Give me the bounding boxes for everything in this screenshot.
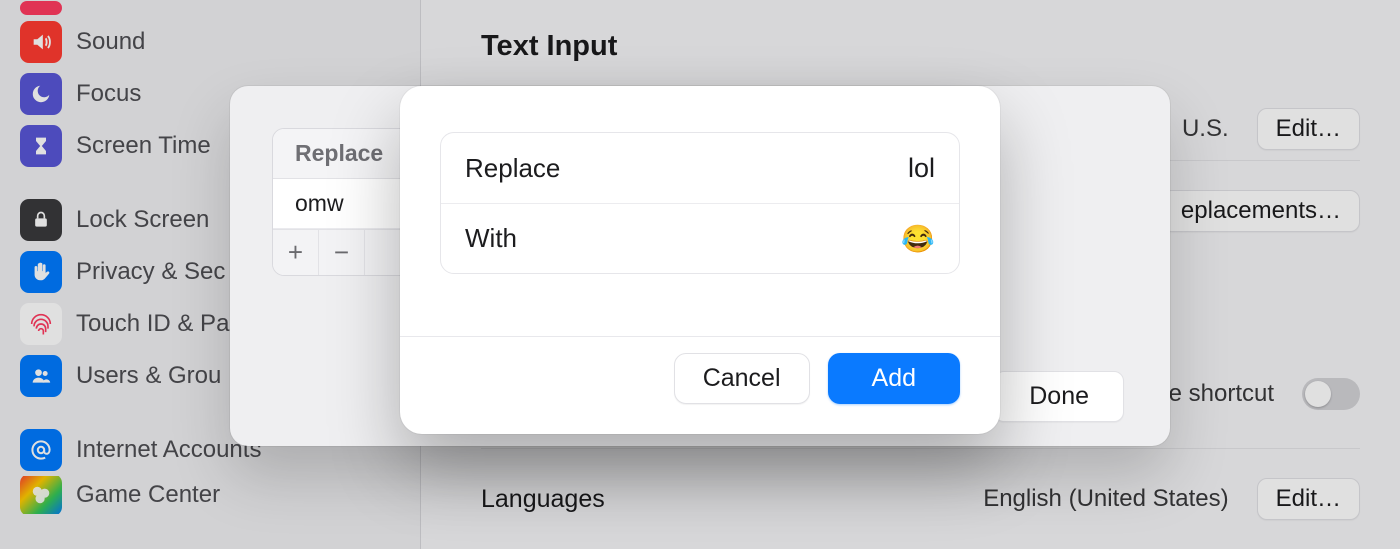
text-replacements-button[interactable]: eplacements… [1162, 190, 1360, 232]
hourglass-icon [20, 125, 62, 167]
cell-replace: omw [295, 190, 344, 217]
sidebar-item-label: Screen Time [76, 132, 211, 160]
shortcut-toggle[interactable] [1302, 378, 1360, 410]
sidebar-item-label: Users & Grou [76, 362, 221, 390]
input-sources-value: U.S. [1182, 115, 1229, 143]
sidebar-item-label: Internet Accounts [76, 436, 261, 464]
col-replace-header: Replace [295, 140, 383, 167]
at-icon [20, 429, 62, 471]
with-label: With [465, 223, 517, 254]
sidebar-item-unknown[interactable] [14, 0, 406, 16]
languages-value: English (United States) [983, 485, 1228, 513]
moon-icon [20, 73, 62, 115]
add-button[interactable]: Add [828, 353, 960, 404]
add-row-button[interactable]: + [273, 230, 319, 276]
replace-label: Replace [465, 153, 560, 184]
unknown-icon [20, 1, 62, 15]
edit-languages-button[interactable]: Edit… [1257, 478, 1360, 520]
row-languages: Languages English (United States) Edit… [481, 478, 1360, 520]
game-icon [20, 476, 62, 514]
done-button[interactable]: Done [994, 371, 1124, 422]
with-field-row[interactable]: With 😂 [441, 203, 959, 273]
with-value[interactable]: 😂 [901, 223, 935, 255]
divider [481, 448, 1360, 449]
sidebar-item-label: Lock Screen [76, 206, 209, 234]
sidebar-item-label: Game Center [76, 481, 220, 509]
sidebar-item-label: Sound [76, 28, 145, 56]
sidebar-item-label: Focus [76, 80, 141, 108]
shortcut-label: e shortcut [1169, 380, 1274, 408]
fingerprint-icon [20, 303, 62, 345]
sidebar-item-label: Privacy & Sec [76, 258, 225, 286]
lock-icon [20, 199, 62, 241]
cancel-button[interactable]: Cancel [674, 353, 810, 404]
users-icon [20, 355, 62, 397]
replace-value[interactable]: lol [908, 153, 935, 184]
sidebar-item-label: Touch ID & Pa [76, 310, 229, 338]
replacement-form: Replace lol With 😂 [440, 132, 960, 274]
minus-icon: − [334, 237, 349, 268]
plus-icon: + [288, 237, 303, 268]
languages-label: Languages [481, 485, 605, 514]
sound-icon [20, 21, 62, 63]
section-title: Text Input [481, 30, 617, 63]
edit-input-sources-button[interactable]: Edit… [1257, 108, 1360, 150]
add-replacement-modal: Replace lol With 😂 Cancel Add [400, 86, 1000, 434]
replace-field-row[interactable]: Replace lol [441, 133, 959, 203]
remove-row-button[interactable]: − [319, 230, 365, 276]
hand-icon [20, 251, 62, 293]
modal-divider [400, 336, 1000, 337]
sidebar-item-game-center[interactable]: Game Center [14, 476, 406, 514]
sidebar-item-sound[interactable]: Sound [14, 16, 406, 68]
